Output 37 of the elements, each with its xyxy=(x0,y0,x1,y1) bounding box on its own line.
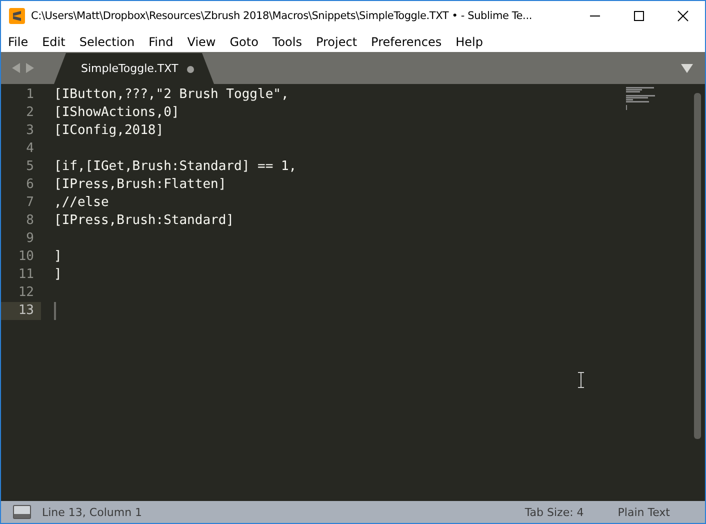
code-line: ,//else xyxy=(54,195,109,210)
line-number: 10 xyxy=(17,248,35,266)
code-line: ] xyxy=(54,267,62,282)
line-number: 6 xyxy=(25,176,35,194)
code-line: [IShowActions,0] xyxy=(54,105,180,120)
menu-item[interactable]: Project xyxy=(316,34,358,48)
file-tab[interactable]: SimpleToggle.TXT xyxy=(54,53,214,84)
window-title: C:\Users\Matt\Dropbox\Resources\Zbrush 2018\Macros\Snippets\SimpleToggle.TXT • - Sublime Te... xyxy=(31,10,533,22)
line-number: 3 xyxy=(25,122,35,140)
tab-size-indicator[interactable]: Tab Size: 4 xyxy=(524,506,584,518)
cursor-position: Line 13, Column 1 xyxy=(42,506,144,518)
line-number: 5 xyxy=(25,158,35,176)
menu-item[interactable]: Preferences xyxy=(371,34,442,48)
code-line: [IButton,???,"2 Brush Toggle", xyxy=(54,87,289,102)
menu-item[interactable]: Selection xyxy=(79,34,135,48)
syntax-indicator[interactable]: Plain Text xyxy=(618,506,670,518)
line-number: 9 xyxy=(25,230,35,248)
line-number: 7 xyxy=(25,194,35,212)
code-line: ] xyxy=(54,249,62,264)
menu-item[interactable]: View xyxy=(187,34,216,48)
line-number: 11 xyxy=(17,266,35,284)
menu-item[interactable]: Edit xyxy=(42,34,66,48)
menu-item[interactable]: Tools xyxy=(272,34,302,48)
line-number: 13 xyxy=(1,302,41,320)
menu-item[interactable]: Find xyxy=(148,34,174,48)
code-line: [IPress,Brush:Flatten] xyxy=(54,177,226,192)
menu-item[interactable]: File xyxy=(8,34,28,48)
menu-item[interactable]: Help xyxy=(456,34,483,48)
code-line: [IConfig,2018] xyxy=(54,123,164,138)
code-line: [if,[IGet,Brush:Standard] == 1, xyxy=(54,159,297,174)
line-number: 2 xyxy=(25,104,35,122)
line-number: 8 xyxy=(25,212,35,230)
code-line: [IPress,Brush:Standard] xyxy=(54,213,234,228)
line-number: 4 xyxy=(25,140,35,158)
line-number: 12 xyxy=(17,284,35,302)
line-number: 1 xyxy=(25,86,35,104)
menu-item[interactable]: Goto xyxy=(230,34,258,48)
